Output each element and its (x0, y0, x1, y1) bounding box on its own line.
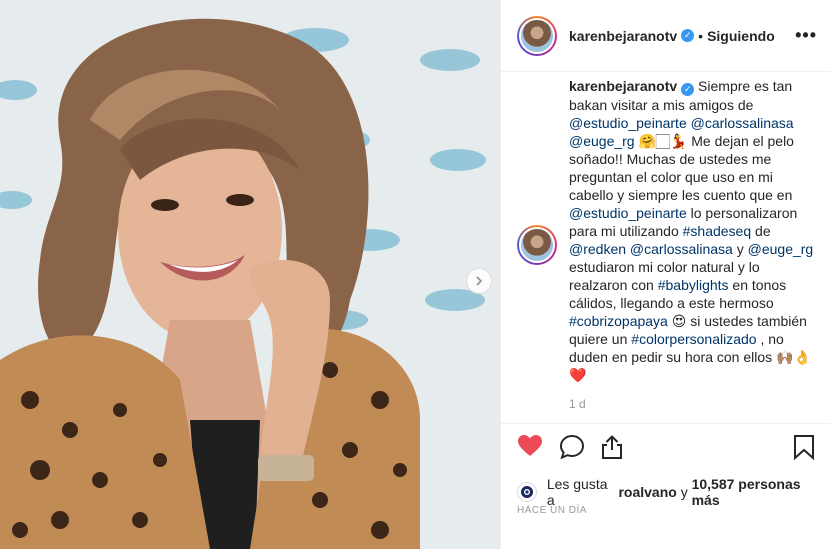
liker-username[interactable]: roalvano (618, 484, 676, 500)
post-header: karenbejaranotv ✓ • Siguiendo ••• (501, 0, 831, 72)
header-separator: • (698, 27, 704, 44)
caption-text: de (751, 222, 771, 239)
likes-count[interactable]: 10,587 personas más (692, 476, 831, 508)
post-caption: karenbejaranotv ✓ Siempre es tan bakan vi… (569, 77, 817, 384)
hashtag-link[interactable]: #babylights (658, 277, 729, 293)
caption-time[interactable]: 1 d (569, 397, 586, 411)
caption-avatar[interactable] (517, 225, 557, 265)
hashtag-link[interactable]: #cobrizopapaya (569, 313, 668, 329)
bookmark-icon[interactable] (793, 434, 815, 460)
mention-link[interactable]: @redken (569, 241, 626, 257)
mention-link[interactable]: @euge_rg (569, 133, 635, 149)
caption-username[interactable]: karenbejaranotv (569, 78, 677, 94)
mention-link[interactable]: @euge_rg (748, 241, 814, 257)
following-button[interactable]: Siguiendo (707, 28, 775, 44)
post-side-panel: karenbejaranotv ✓ • Siguiendo ••• karenb… (500, 0, 831, 549)
hashtag-link[interactable]: #colorpersonalizado (631, 331, 756, 347)
author-avatar[interactable] (517, 15, 557, 56)
mention-link[interactable]: @carlossalinasa (691, 115, 794, 131)
liker-avatar[interactable] (517, 482, 537, 502)
comment-icon[interactable] (559, 434, 585, 460)
post-image (0, 0, 500, 549)
mention-link[interactable]: @estudio_peinarte (569, 205, 687, 221)
mention-link[interactable]: @estudio_peinarte (569, 115, 687, 131)
more-options-icon[interactable]: ••• (795, 26, 817, 44)
post-actions: Les gusta a roalvano y 10,587 personas m… (501, 423, 831, 533)
mention-link[interactable]: @carlossalinasa (630, 241, 733, 257)
hashtag-link[interactable]: #shadeseq (683, 223, 752, 239)
eye-avatar-icon (520, 486, 533, 498)
likes-summary: Les gusta a roalvano y 10,587 personas m… (517, 476, 831, 508)
heart-icon[interactable] (517, 434, 543, 458)
next-image-button[interactable] (466, 268, 492, 294)
caption-text: y (732, 240, 748, 257)
comments-area: karenbejaranotv ✓ Siempre es tan bakan vi… (501, 73, 831, 423)
likes-middle: y (676, 484, 692, 500)
post-timestamp[interactable]: HACE UN DÍA (517, 505, 587, 516)
share-icon[interactable] (599, 434, 625, 460)
verified-icon: ✓ (681, 29, 695, 42)
verified-icon: ✓ (681, 82, 695, 96)
likes-prefix: Les gusta a (546, 476, 608, 508)
chevron-right-icon (476, 276, 483, 286)
post-photo[interactable] (0, 0, 500, 549)
author-username[interactable]: karenbejaranotv (569, 28, 677, 44)
